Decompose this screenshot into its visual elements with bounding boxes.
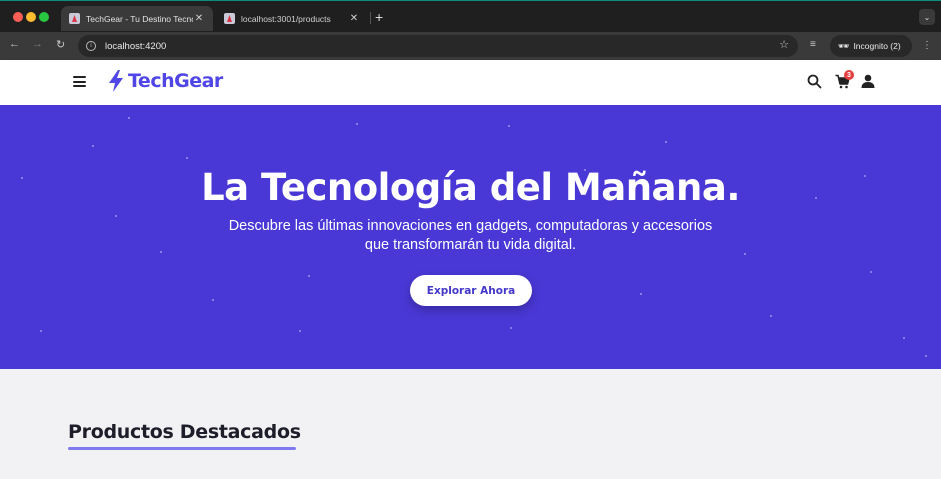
incognito-indicator[interactable]: 🕶 Incognito (2) bbox=[830, 35, 912, 57]
tab-title: TechGear - Tu Destino Tecnológico bbox=[86, 13, 193, 24]
brand-logo[interactable]: TechGear bbox=[108, 70, 223, 92]
hero-banner: La Tecnología del Mañana. Descubre las ú… bbox=[0, 105, 941, 369]
hero-title: La Tecnología del Mañana. bbox=[201, 166, 740, 209]
browser-menu-icon[interactable]: ⋮ bbox=[922, 40, 932, 51]
address-bar[interactable]: i localhost:4200 ☆ bbox=[78, 35, 798, 57]
explore-now-button[interactable]: Explorar Ahora bbox=[410, 275, 532, 306]
tab-favicon-icon bbox=[224, 13, 235, 24]
tab-close-icon[interactable]: ✕ bbox=[348, 13, 360, 24]
browser-toolbar: ← → ↻ i localhost:4200 ☆ ≡ 🕶 Incognito (… bbox=[0, 32, 941, 60]
forward-arrow-icon[interactable]: → bbox=[32, 38, 43, 50]
lightning-bolt-icon bbox=[109, 70, 123, 92]
tab-separator bbox=[370, 12, 371, 24]
window-close-button[interactable] bbox=[13, 12, 23, 22]
address-text: localhost:4200 bbox=[105, 40, 167, 52]
back-arrow-icon[interactable]: ← bbox=[9, 38, 20, 50]
hero-subtitle: Descubre las últimas innovaciones en gad… bbox=[200, 217, 741, 255]
cart-count-badge: 3 bbox=[844, 70, 854, 80]
browser-tab-techgear[interactable]: TechGear - Tu Destino Tecnológico ✕ bbox=[61, 6, 213, 31]
incognito-label: Incognito (2) bbox=[853, 41, 901, 51]
reload-icon[interactable]: ↻ bbox=[56, 38, 65, 51]
heading-underline bbox=[68, 447, 296, 450]
tab-title: localhost:3001/products bbox=[241, 13, 331, 24]
site-info-icon[interactable]: i bbox=[86, 41, 96, 51]
incognito-icon: 🕶 bbox=[838, 40, 850, 51]
brand-name: TechGear bbox=[128, 70, 223, 92]
featured-products-heading: Productos Destacados bbox=[68, 421, 301, 443]
reading-list-icon[interactable]: ≡ bbox=[810, 39, 816, 50]
menu-hamburger-icon[interactable] bbox=[73, 76, 86, 87]
window-zoom-button[interactable] bbox=[39, 12, 49, 22]
user-icon[interactable] bbox=[861, 74, 875, 88]
tab-close-icon[interactable]: ✕ bbox=[193, 13, 205, 24]
browser-tab-products[interactable]: localhost:3001/products ✕ bbox=[216, 6, 368, 31]
bookmark-star-icon[interactable]: ☆ bbox=[779, 38, 789, 51]
window-minimize-button[interactable] bbox=[26, 12, 36, 22]
tab-favicon-icon bbox=[69, 13, 80, 24]
browser-tab-bar: TechGear - Tu Destino Tecnológico ✕ loca… bbox=[0, 0, 941, 32]
hero-subtitle-line-2: que transformarán tu vida digital. bbox=[364, 237, 577, 253]
new-tab-button[interactable]: + bbox=[375, 9, 383, 25]
site-header: TechGear bbox=[0, 60, 941, 105]
search-icon[interactable] bbox=[807, 74, 822, 89]
hero-subtitle-line-1: Descubre las últimas innovaciones en gad… bbox=[228, 218, 713, 234]
tab-search-chevron-icon[interactable]: ⌄ bbox=[919, 9, 935, 25]
